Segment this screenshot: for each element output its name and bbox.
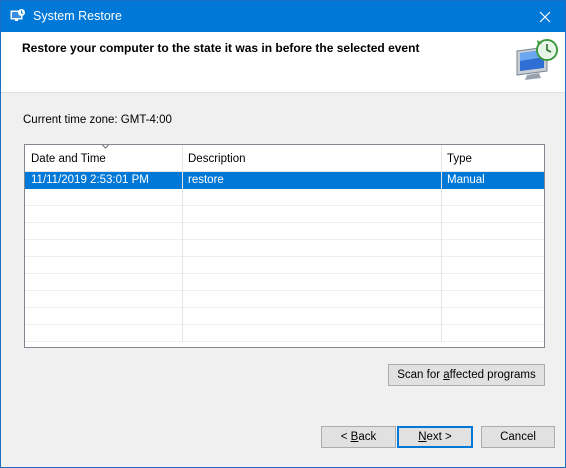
header-panel: Restore your computer to the state it wa… [1, 32, 565, 93]
accelerator-key: N [418, 431, 427, 443]
sort-descending-icon [101, 145, 110, 149]
restore-monitor-clock-icon [516, 39, 558, 80]
column-header-description[interactable]: Description [182, 145, 441, 171]
empty-row [25, 274, 544, 291]
column-label: Date and Time [31, 153, 106, 165]
next-button[interactable]: Next > [397, 426, 473, 448]
empty-row [25, 325, 544, 342]
timezone-label: Current time zone: GMT-4:00 [23, 114, 172, 126]
title-bar[interactable]: System Restore [1, 1, 565, 32]
empty-row [25, 291, 544, 308]
scan-affected-programs-button[interactable]: Scan for a ffected programs [388, 364, 545, 386]
button-label-part: Scan for [397, 369, 444, 381]
list-header: Date and Time Description Type [25, 145, 544, 172]
system-restore-window: System Restore Restore your computer to … [0, 0, 566, 468]
close-icon [539, 11, 551, 22]
type-cell: Manual [447, 174, 485, 186]
accelerator-key: B [350, 431, 359, 443]
empty-row [25, 308, 544, 325]
button-label-part: < [340, 431, 351, 443]
description-cell: restore [188, 174, 224, 186]
column-header-type[interactable]: Type [441, 145, 544, 171]
page-heading: Restore your computer to the state it wa… [22, 41, 420, 55]
back-button[interactable]: < Back [321, 426, 396, 448]
empty-row [25, 223, 544, 240]
column-header-date-time[interactable]: Date and Time [25, 145, 182, 171]
window-title: System Restore [33, 9, 122, 23]
table-row[interactable]: 11/11/2019 2:53:01 PM restore Manual [25, 172, 544, 189]
date-time-cell: 11/11/2019 2:53:01 PM [31, 174, 149, 186]
close-button[interactable] [525, 1, 565, 32]
empty-row [25, 189, 544, 206]
system-restore-icon [10, 9, 25, 21]
empty-row [25, 257, 544, 274]
empty-row [25, 206, 544, 223]
list-body: 11/11/2019 2:53:01 PM restore Manual [25, 172, 544, 342]
cancel-button[interactable]: Cancel [481, 426, 555, 448]
button-label-part: ack [358, 431, 377, 443]
button-label-part: ext > [426, 431, 452, 443]
empty-row [25, 240, 544, 257]
restore-points-list[interactable]: Date and Time Description Type 11/11/201… [24, 144, 545, 348]
button-label-part: ffected programs [449, 369, 536, 381]
